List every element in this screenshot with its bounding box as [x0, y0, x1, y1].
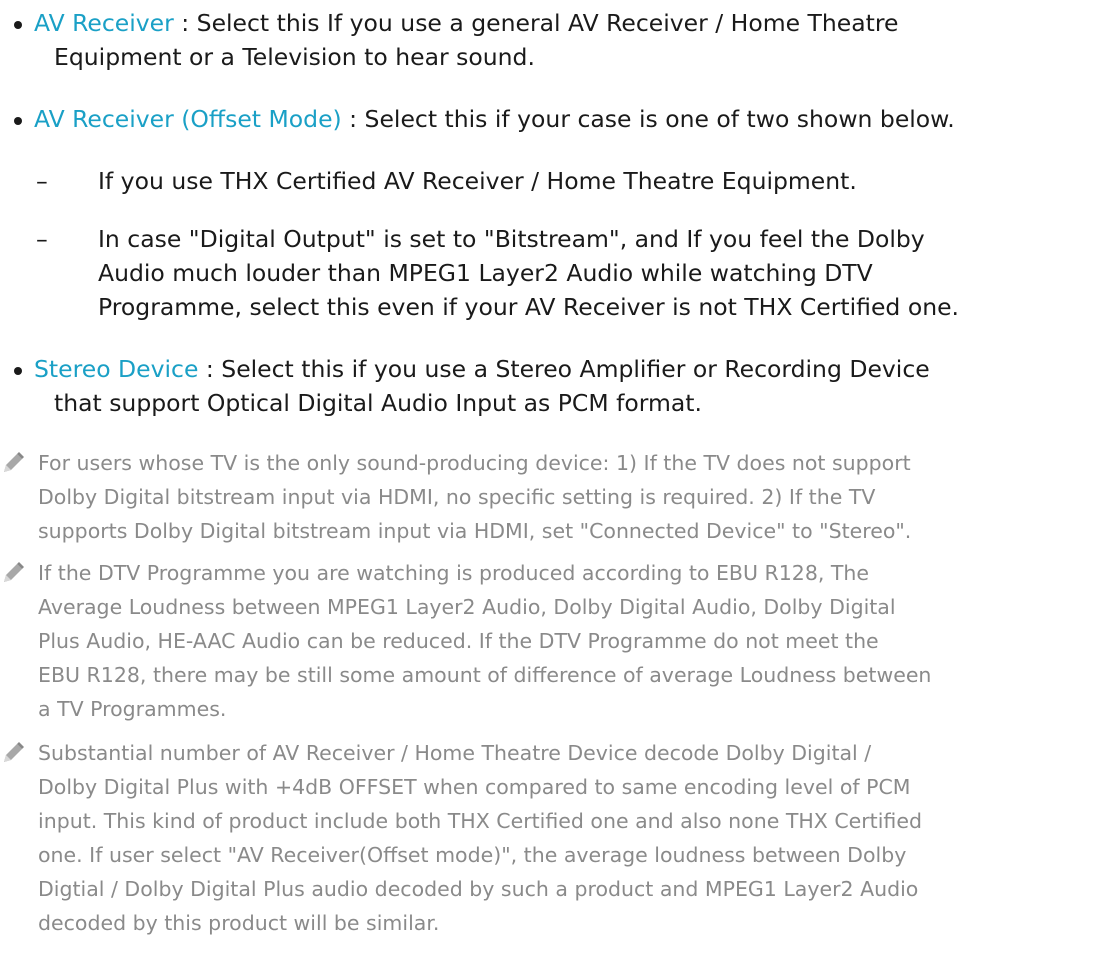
- subitem-bitstream: – In case "Digital Output" is set to "Bi…: [36, 222, 1076, 324]
- note-line: Dolby Digital bitstream input via HDMI, …: [38, 485, 876, 509]
- pencil-icon: [4, 742, 24, 762]
- term-stereo-device: Stereo Device: [34, 355, 199, 383]
- note-line: a TV Programmes.: [38, 697, 227, 721]
- bullet-dot: [14, 117, 22, 125]
- bullet-av-receiver: AV Receiver : Select this If you use a g…: [8, 6, 1088, 74]
- note-line: one. If user select "AV Receiver(Offset …: [38, 843, 907, 867]
- bullet-line: that support Optical Digital Audio Input…: [54, 389, 702, 417]
- subitem-line: If you use THX Certified AV Receiver / H…: [98, 167, 857, 195]
- bullet-line: : Select this if you use a Stereo Amplif…: [198, 355, 930, 383]
- note-line: If the DTV Programme you are watching is…: [38, 561, 870, 585]
- note-line: EBU R128, there may be still some amount…: [38, 663, 932, 687]
- note-tv-only-device: For users whose TV is the only sound-pro…: [0, 446, 1090, 548]
- term-av-receiver-offset: AV Receiver (Offset Mode): [34, 105, 342, 133]
- bullet-line: : Select this if your case is one of two…: [341, 105, 955, 133]
- note-line: Digtial / Dolby Digital Plus audio decod…: [38, 877, 919, 901]
- subitem-line: Programme, select this even if your AV R…: [98, 293, 960, 321]
- subitem-thx-certified: – If you use THX Certified AV Receiver /…: [36, 164, 1076, 198]
- dash-marker: –: [36, 167, 48, 195]
- note-line: Substantial number of AV Receiver / Home…: [38, 741, 872, 765]
- bullet-dot: [14, 21, 22, 29]
- note-line: supports Dolby Digital bitstream input v…: [38, 519, 912, 543]
- note-line: Dolby Digital Plus with +4dB OFFSET when…: [38, 775, 911, 799]
- manual-page: AV Receiver : Select this If you use a g…: [0, 0, 1095, 980]
- note-ebu-r128: If the DTV Programme you are watching is…: [0, 556, 1090, 726]
- dash-marker: –: [36, 225, 48, 253]
- note-line: Average Loudness between MPEG1 Layer2 Au…: [38, 595, 896, 619]
- bullet-dot: [14, 367, 22, 375]
- note-line: decoded by this product will be similar.: [38, 911, 440, 935]
- bullet-line: : Select this If you use a general AV Re…: [173, 9, 899, 37]
- note-line: input. This kind of product include both…: [38, 809, 922, 833]
- pencil-icon: [4, 452, 24, 472]
- note-offset-decoding: Substantial number of AV Receiver / Home…: [0, 736, 1090, 940]
- note-line: Plus Audio, HE-AAC Audio can be reduced.…: [38, 629, 879, 653]
- note-line: For users whose TV is the only sound-pro…: [38, 451, 911, 475]
- bullet-av-receiver-offset: AV Receiver (Offset Mode) : Select this …: [8, 102, 1088, 136]
- term-av-receiver: AV Receiver: [34, 9, 174, 37]
- bullet-line: Equipment or a Television to hear sound.: [54, 43, 535, 71]
- subitem-line: In case "Digital Output" is set to "Bits…: [98, 225, 925, 253]
- bullet-stereo-device: Stereo Device : Select this if you use a…: [8, 352, 1088, 420]
- subitem-line: Audio much louder than MPEG1 Layer2 Audi…: [98, 259, 873, 287]
- pencil-icon: [4, 562, 24, 582]
